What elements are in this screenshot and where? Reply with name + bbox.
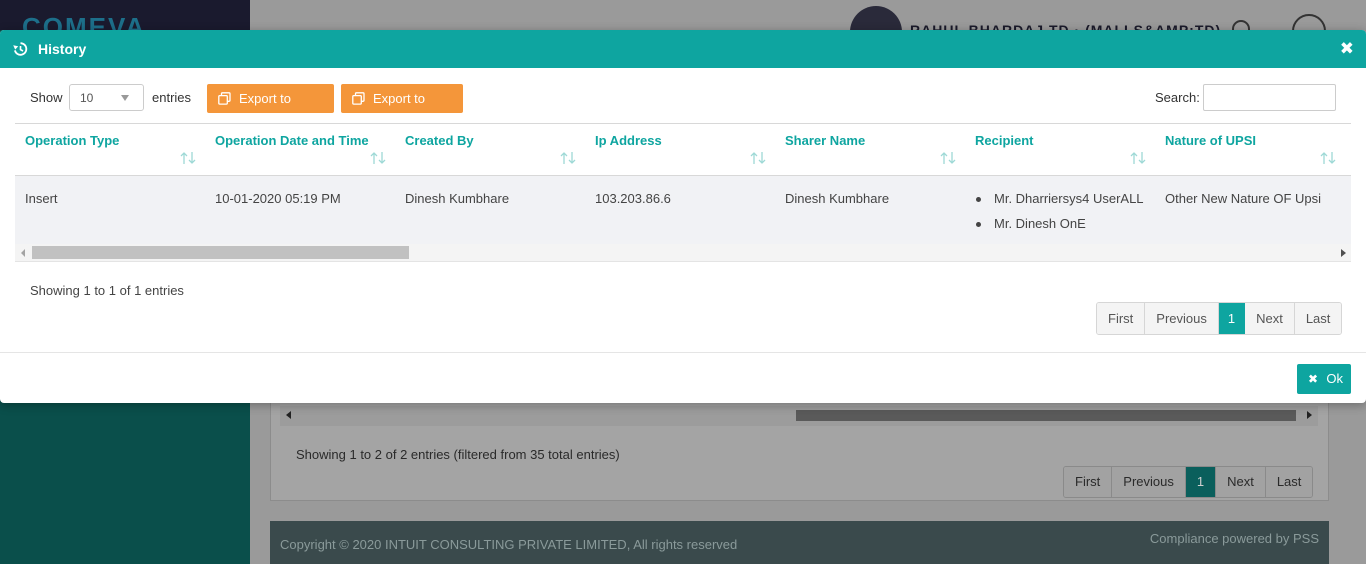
ok-label: Ok xyxy=(1326,371,1343,386)
column-header-created-by[interactable]: Created By xyxy=(395,124,585,175)
background-page-last: Last xyxy=(1265,467,1313,497)
modal-header: History ✖ xyxy=(0,30,1366,68)
sort-icon xyxy=(370,152,386,164)
background-pagination: First Previous 1 Next Last xyxy=(1063,466,1314,498)
scroll-right-icon[interactable] xyxy=(1341,249,1346,257)
background-table-scrollbar xyxy=(280,406,1318,426)
sort-icon xyxy=(1130,152,1146,164)
table-horizontal-scrollbar[interactable] xyxy=(15,244,1351,261)
sort-icon xyxy=(1320,152,1336,164)
modal-footer: ✖ Ok xyxy=(0,352,1366,403)
table-info-text: Showing 1 to 1 of 1 entries xyxy=(30,283,184,298)
cell-nature-of-upsi: Other New Nature OF Upsi xyxy=(1165,191,1322,206)
cell-operation-datetime: 10-01-2020 05:19 PM xyxy=(215,191,341,206)
copy-icon xyxy=(352,92,365,105)
entries-label: entries xyxy=(152,90,192,105)
table-controls: Show 10 entries Export to Excel Export t… xyxy=(0,68,1366,135)
table-row: Insert 10-01-2020 05:19 PM Dinesh Kumbha… xyxy=(15,176,1351,244)
scroll-right-icon xyxy=(1307,411,1312,419)
close-icon: ✖ xyxy=(1308,372,1319,386)
history-table: Operation Type Operation Date and Time C… xyxy=(15,123,1351,262)
page-size-value: 10 xyxy=(80,91,94,105)
export-pdf-button[interactable]: Export to PDF xyxy=(341,84,463,135)
column-header-sharer-name[interactable]: Sharer Name xyxy=(775,124,965,175)
recipient-list: Mr. Dharriersys4 UserALL Mr. Dinesh OnE xyxy=(975,191,1145,232)
history-icon xyxy=(13,42,28,56)
column-header-recipient[interactable]: Recipient xyxy=(965,124,1155,175)
background-page-1: 1 xyxy=(1185,467,1217,497)
page-size-select[interactable]: 10 xyxy=(69,84,144,111)
list-item: Mr. Dinesh OnE xyxy=(975,216,1145,232)
column-label: Ip Address xyxy=(595,133,662,148)
cell-ip-address: 103.203.86.6 xyxy=(595,191,671,206)
show-label: Show xyxy=(30,90,63,105)
cell-operation-type: Insert xyxy=(25,191,58,206)
page-last-button[interactable]: Last xyxy=(1294,303,1342,334)
sort-icon xyxy=(560,152,576,164)
list-item: Mr. Dharriersys4 UserALL xyxy=(975,191,1145,207)
background-page-next: Next xyxy=(1216,467,1266,497)
background-showing-text: Showing 1 to 2 of 2 entries (filtered fr… xyxy=(296,447,620,462)
page-1-button[interactable]: 1 xyxy=(1218,303,1246,334)
powered-by-text: Compliance powered by PSS xyxy=(1149,531,1319,546)
page-next-button[interactable]: Next xyxy=(1245,303,1295,334)
search-input[interactable] xyxy=(1203,84,1336,111)
sort-icon xyxy=(180,152,196,164)
cell-created-by: Dinesh Kumbhare xyxy=(405,191,510,206)
scroll-left-icon xyxy=(286,411,291,419)
copy-icon xyxy=(218,92,231,105)
table-header: Operation Type Operation Date and Time C… xyxy=(15,124,1351,176)
column-label: Operation Date and Time xyxy=(215,133,369,148)
sort-icon xyxy=(750,152,766,164)
copyright-text: Copyright © 2020 INTUIT CONSULTING PRIVA… xyxy=(280,537,738,552)
column-header-operation-datetime[interactable]: Operation Date and Time xyxy=(205,124,395,175)
sidebar-logo-bar: COMEVA xyxy=(0,0,250,42)
column-label: Created By xyxy=(405,133,474,148)
ok-button[interactable]: ✖ Ok xyxy=(1297,364,1351,394)
cell-sharer-name: Dinesh Kumbhare xyxy=(785,191,890,206)
close-icon[interactable]: ✖ xyxy=(1340,40,1354,58)
background-page-previous: Previous xyxy=(1112,467,1186,497)
column-header-operation-type[interactable]: Operation Type xyxy=(15,124,205,175)
column-label: Sharer Name xyxy=(785,133,866,148)
column-header-nature-of-upsi[interactable]: Nature of UPSI xyxy=(1155,124,1345,175)
column-header-ip-address[interactable]: Ip Address xyxy=(585,124,775,175)
page-first-button[interactable]: First xyxy=(1097,303,1146,334)
history-modal: History ✖ Show 10 entries Export to Exce… xyxy=(0,30,1366,403)
export-excel-button[interactable]: Export to Excel xyxy=(207,84,334,135)
background-page-first: First xyxy=(1064,467,1113,497)
pagination: First Previous 1 Next Last xyxy=(1096,302,1343,335)
column-label: Nature of UPSI xyxy=(1165,133,1257,148)
modal-title: History xyxy=(38,41,87,57)
scroll-left-icon[interactable] xyxy=(21,249,25,257)
sort-icon xyxy=(940,152,956,164)
column-label: Recipient xyxy=(975,133,1034,148)
column-label: Operation Type xyxy=(25,133,120,148)
page-previous-button[interactable]: Previous xyxy=(1145,303,1219,334)
chevron-down-icon xyxy=(121,95,129,101)
scrollbar-thumb[interactable] xyxy=(32,246,409,259)
page-footer: Copyright © 2020 INTUIT CONSULTING PRIVA… xyxy=(270,521,1329,564)
search-label: Search: xyxy=(1155,90,1200,105)
scrollbar-thumb xyxy=(796,410,1296,421)
